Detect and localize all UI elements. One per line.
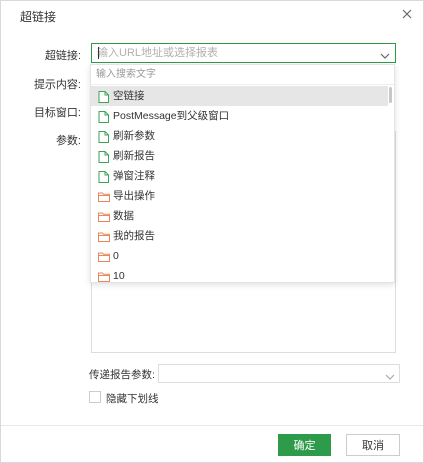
- dropdown-item-label: 刷新参数: [113, 130, 155, 142]
- params-label: 参数:: [55, 135, 81, 147]
- folder-icon: [98, 230, 110, 242]
- dropdown-item-label: 刷新报告: [113, 150, 155, 162]
- dropdown-item[interactable]: 10: [91, 266, 388, 286]
- dropdown-search-input[interactable]: [91, 65, 394, 84]
- folder-icon: [98, 250, 110, 262]
- title-bar: 超链接: [1, 1, 423, 29]
- hyperlink-dialog: 超链接 超链接: 提示内容: 目标窗口: 参数: 空链接 PostMessage到…: [0, 0, 424, 463]
- chevron-down-icon[interactable]: [385, 370, 395, 380]
- ok-button[interactable]: 确定: [278, 434, 331, 456]
- dialog-title: 超链接: [20, 10, 57, 24]
- hide-underline-label: 隐藏下划线: [106, 393, 159, 405]
- url-input-box[interactable]: [91, 43, 396, 63]
- cancel-button[interactable]: 取消: [346, 434, 400, 456]
- chevron-down-icon[interactable]: [380, 49, 390, 59]
- file-icon: [98, 110, 109, 123]
- dropdown-item-label: 我的报告: [113, 230, 155, 242]
- pass-params-label: 传递报告参数:: [89, 369, 155, 381]
- dropdown-item-label: 10: [113, 270, 125, 282]
- file-icon: [98, 90, 109, 103]
- dropdown-item[interactable]: 数据: [91, 206, 388, 226]
- folder-icon: [98, 270, 110, 282]
- file-icon: [98, 150, 109, 163]
- url-input[interactable]: [92, 44, 372, 62]
- dropdown-item[interactable]: 空链接: [91, 86, 388, 106]
- pass-params-select[interactable]: [158, 364, 400, 383]
- dropdown-item[interactable]: 0: [91, 246, 388, 266]
- folder-icon: [98, 210, 110, 222]
- dropdown-item-label: 导出操作: [113, 190, 155, 202]
- file-icon: [98, 130, 109, 143]
- close-icon[interactable]: [400, 7, 414, 21]
- dropdown-item[interactable]: 我的报告: [91, 226, 388, 246]
- hide-underline-checkbox[interactable]: [89, 391, 101, 403]
- dropdown-item-label: 0: [113, 250, 119, 262]
- dropdown-item-label: 空链接: [113, 90, 145, 102]
- dropdown-item[interactable]: 导出操作: [91, 186, 388, 206]
- dropdown-item-label: PostMessage到父级窗口: [113, 110, 230, 122]
- hint-label: 提示内容:: [33, 79, 81, 91]
- hyperlink-label: 超链接:: [44, 50, 81, 62]
- folder-icon: [98, 190, 110, 202]
- dropdown-item[interactable]: 弹窗注释: [91, 166, 388, 186]
- dropdown-scrollbar[interactable]: [389, 87, 392, 103]
- text-cursor: [98, 47, 99, 59]
- dropdown-item[interactable]: PostMessage到父级窗口: [91, 106, 388, 126]
- dropdown-item-label: 数据: [113, 210, 134, 222]
- target-window-label: 目标窗口:: [33, 107, 81, 119]
- dropdown-item[interactable]: 刷新报告: [91, 146, 388, 166]
- dropdown-search: [91, 65, 394, 85]
- dialog-footer: 确定 取消: [1, 425, 423, 462]
- link-dropdown: 空链接 PostMessage到父级窗口刷新参数刷新报告弹窗注释导出操作数据我的报…: [90, 64, 395, 283]
- dropdown-list: 空链接 PostMessage到父级窗口 刷新参数刷新报告弹窗注释导出操作数据我的报…: [91, 86, 388, 286]
- dropdown-item[interactable]: 刷新参数: [91, 126, 388, 146]
- dropdown-item-label: 弹窗注释: [113, 170, 155, 182]
- file-icon: [98, 170, 109, 183]
